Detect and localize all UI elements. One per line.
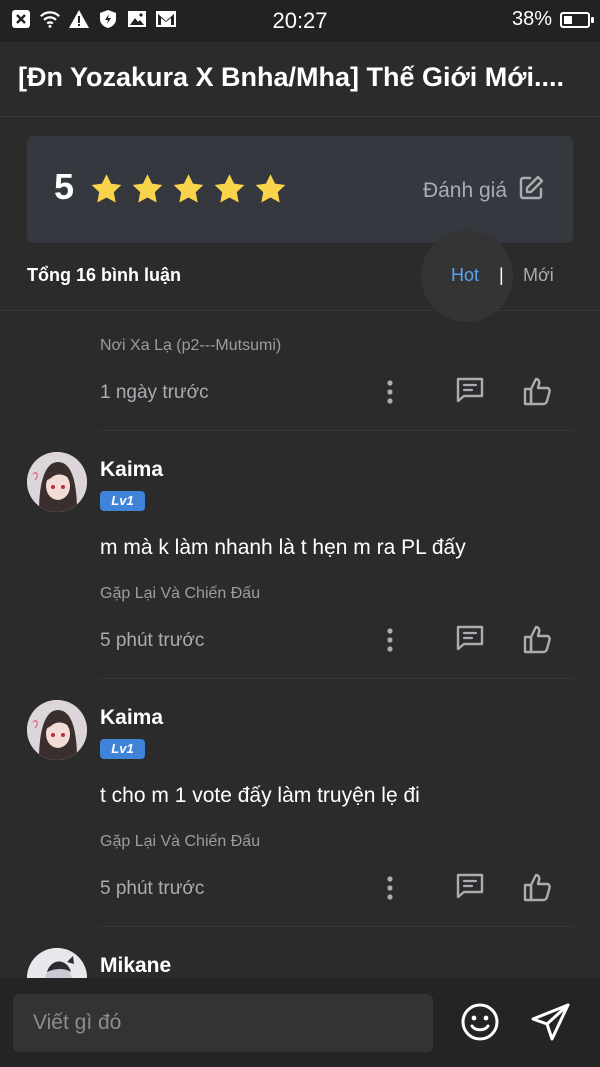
sort-separator: | [499,265,504,285]
sort-hot-tab[interactable]: Hot [451,265,479,286]
level-badge: Lv1 [100,491,145,511]
edit-icon [517,174,545,208]
emoji-icon[interactable] [460,1002,500,1047]
more-icon[interactable] [380,874,400,907]
rating-score: 5 [54,166,75,207]
more-icon[interactable] [380,626,400,659]
like-icon[interactable] [522,376,552,411]
reply-icon[interactable] [455,376,485,409]
comment-time: 5 phút trước [100,630,205,651]
comment-author[interactable]: Mikane [100,954,171,978]
star-icon [132,174,163,203]
comment-item: Mikane [0,926,600,978]
battery-icon [560,11,594,28]
rate-label: Đánh giá [422,179,507,202]
status-time: 20:27 [272,8,328,33]
more-icon[interactable] [380,378,400,411]
avatar[interactable] [27,948,87,978]
send-icon[interactable] [530,1002,572,1047]
page-title: [Ɖn Yozakura X Bnha/Mha] Thế Giới Mới...… [18,62,564,92]
comment-text: m mà k làm nhanh là t hẹn m ra PL đấy [100,536,466,559]
comment-input[interactable] [13,994,433,1052]
comment-time: 5 phút trước [100,878,205,899]
rate-button[interactable]: Đánh giá [423,174,545,208]
level-badge: Lv1 [100,739,145,759]
comment-author[interactable]: Kaima [100,458,163,482]
comment-item: Kaima Lv1 t cho m 1 vote đấy làm truyện … [0,678,600,926]
star-icon [255,174,286,203]
comment-item: Nơi Xa Lạ (p2---Mutsumi) 1 ngày trước [0,310,600,430]
comment-item: Kaima Lv1 m mà k làm nhanh là t hẹn m ra… [0,430,600,678]
status-bar: 20:27 38% [0,0,600,42]
star-icon [173,174,204,203]
app-header: [Ɖn Yozakura X Bnha/Mha] Thế Giới Mới...… [0,42,600,117]
avatar[interactable] [27,700,87,760]
comment-time: 1 ngày trước [100,382,209,403]
comment-chapter[interactable]: Gặp Lại Và Chiến Đấu [100,585,260,603]
rating-card: 5 Đánh giá [27,136,573,243]
battery-percent: 38% [511,8,552,30]
comment-chapter[interactable]: Gặp Lại Và Chiến Đấu [100,833,260,851]
comment-chapter[interactable]: Nơi Xa Lạ (p2---Mutsumi) [100,337,281,355]
like-icon[interactable] [522,624,552,659]
comment-count: Tổng 16 bình luận [27,265,181,285]
star-icon [91,174,122,203]
rating-stars [89,172,288,207]
avatar[interactable] [27,452,87,512]
star-icon [214,174,245,203]
comment-text: t cho m 1 vote đấy làm truyện lẹ đi [100,784,420,807]
comments-header: Tổng 16 bình luận Hot | Mới [27,230,573,322]
reply-icon[interactable] [455,872,485,905]
comment-author[interactable]: Kaima [100,706,163,730]
status-right: 38% [511,8,594,31]
sort-new-tab[interactable]: Mới [523,265,554,286]
like-icon[interactable] [522,872,552,907]
reply-icon[interactable] [455,624,485,657]
comment-composer [0,978,600,1067]
